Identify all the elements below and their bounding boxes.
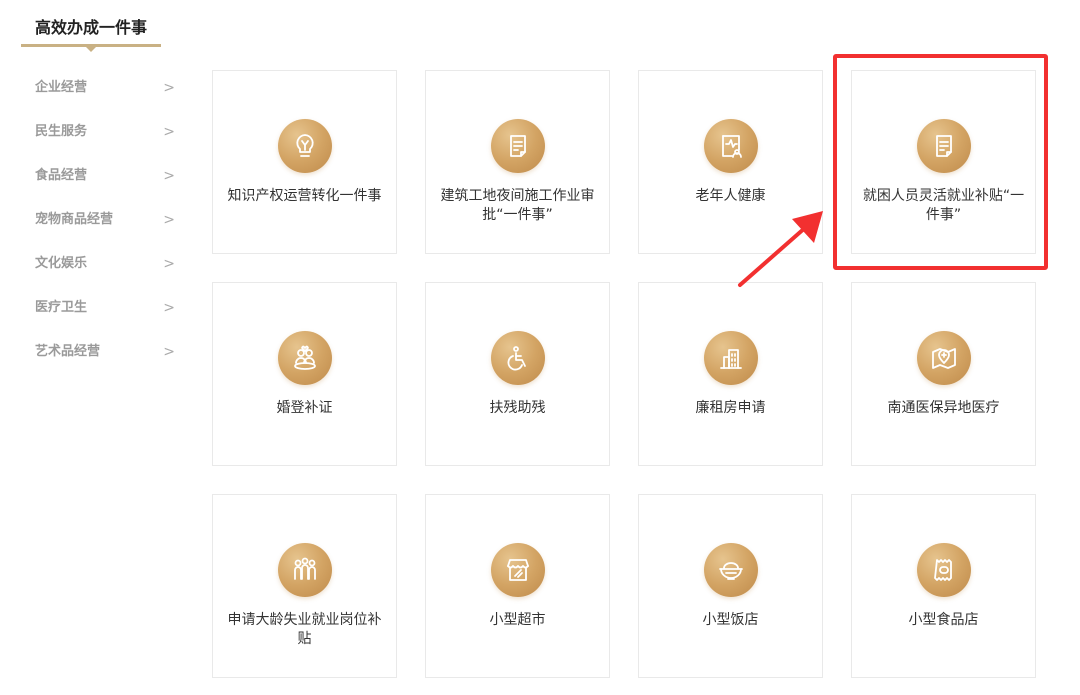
sidebar-item-enterprise[interactable]: 企业经营 > bbox=[35, 66, 175, 110]
marriage-icon bbox=[277, 331, 332, 385]
card-label: 婚登补证 bbox=[276, 400, 333, 416]
sidebar: 企业经营 > 民生服务 > 食品经营 > 宠物商品经营 > 文化娱乐 > 医疗卫… bbox=[35, 66, 175, 374]
sidebar-item-pet[interactable]: 宠物商品经营 > bbox=[35, 198, 175, 242]
sidebar-item-food[interactable]: 食品经营 > bbox=[35, 154, 175, 198]
card-label: 扶残助残 bbox=[489, 400, 546, 416]
service-card-marriage-certificate[interactable]: 婚登补证 bbox=[212, 282, 397, 466]
sidebar-item-medical[interactable]: 医疗卫生 > bbox=[35, 286, 175, 330]
map-pin-icon bbox=[916, 331, 971, 385]
sidebar-item-art[interactable]: 艺术品经营 > bbox=[35, 330, 175, 374]
sidebar-item-label: 文化娱乐 bbox=[35, 256, 88, 271]
service-card-older-unemployed-subsidy[interactable]: 申请大龄失业就业岗位补贴 bbox=[212, 494, 397, 678]
card-label: 建筑工地夜间施工作业审批“一件事” bbox=[440, 188, 595, 223]
chevron-right-icon: > bbox=[163, 124, 175, 140]
service-card-disability-aid[interactable]: 扶残助残 bbox=[425, 282, 610, 466]
service-card-remote-medical[interactable]: 南通医保异地医疗 bbox=[851, 282, 1036, 466]
title-caret bbox=[86, 47, 96, 52]
sidebar-item-culture[interactable]: 文化娱乐 > bbox=[35, 242, 175, 286]
service-card-ip-transfer[interactable]: 知识产权运营转化一件事 bbox=[212, 70, 397, 254]
chevron-right-icon: > bbox=[163, 168, 175, 184]
service-card-small-food-store[interactable]: 小型食品店 bbox=[851, 494, 1036, 678]
card-label: 申请大龄失业就业岗位补贴 bbox=[227, 612, 382, 647]
document-icon bbox=[490, 119, 545, 173]
card-label: 南通医保异地医疗 bbox=[887, 400, 1000, 416]
sidebar-item-label: 企业经营 bbox=[35, 80, 88, 95]
service-card-night-construction[interactable]: 建筑工地夜间施工作业审批“一件事” bbox=[425, 70, 610, 254]
card-label: 小型食品店 bbox=[908, 612, 979, 628]
card-label: 小型饭店 bbox=[702, 612, 759, 628]
lightbulb-icon bbox=[277, 119, 332, 173]
card-label: 老年人健康 bbox=[695, 188, 766, 204]
sidebar-item-label: 民生服务 bbox=[35, 124, 88, 139]
chevron-right-icon: > bbox=[163, 344, 175, 360]
card-label: 廉租房申请 bbox=[695, 400, 766, 416]
rice-bowl-icon bbox=[703, 543, 758, 597]
red-arrow-icon bbox=[738, 211, 823, 287]
chevron-right-icon: > bbox=[163, 80, 175, 96]
chevron-right-icon: > bbox=[163, 300, 175, 316]
page-title: 高效办成一件事 bbox=[35, 18, 148, 37]
chevron-right-icon: > bbox=[163, 256, 175, 272]
chevron-right-icon: > bbox=[163, 212, 175, 228]
card-label: 知识产权运营转化一件事 bbox=[227, 188, 382, 204]
sidebar-item-label: 艺术品经营 bbox=[35, 344, 101, 359]
card-label: 小型超市 bbox=[489, 612, 546, 628]
service-card-low-rent-housing[interactable]: 廉租房申请 bbox=[638, 282, 823, 466]
service-card-small-restaurant[interactable]: 小型饭店 bbox=[638, 494, 823, 678]
building-icon bbox=[703, 331, 758, 385]
health-report-icon bbox=[703, 119, 758, 173]
store-icon bbox=[490, 543, 545, 597]
people-group-icon bbox=[277, 543, 332, 597]
service-card-small-supermarket[interactable]: 小型超市 bbox=[425, 494, 610, 678]
highlight-box bbox=[833, 54, 1048, 270]
wheelchair-icon bbox=[490, 331, 545, 385]
food-package-icon bbox=[916, 543, 971, 597]
sidebar-item-label: 宠物商品经营 bbox=[35, 212, 114, 227]
sidebar-item-label: 食品经营 bbox=[35, 168, 88, 183]
sidebar-item-livelihood[interactable]: 民生服务 > bbox=[35, 110, 175, 154]
sidebar-item-label: 医疗卫生 bbox=[35, 300, 88, 315]
